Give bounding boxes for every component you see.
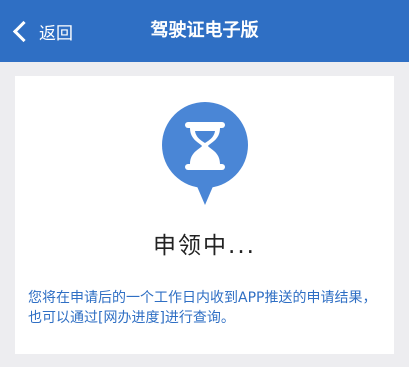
status-description: 您将在申请后的一个工作日内收到APP推送的申请结果，也可以通过[网办进度]进行查…	[28, 290, 377, 326]
chevron-left-icon	[12, 20, 35, 42]
navbar: 返回 驾驶证电子版	[0, 0, 409, 62]
hourglass-icon	[162, 102, 248, 205]
status-title: 申领中...	[153, 233, 256, 259]
status-card: 申领中... 您将在申请后的一个工作日内收到APP推送的申请结果，也可以通过[网…	[15, 76, 394, 354]
back-button-label: 返回	[39, 23, 73, 44]
back-button[interactable]: 返回	[8, 0, 73, 62]
